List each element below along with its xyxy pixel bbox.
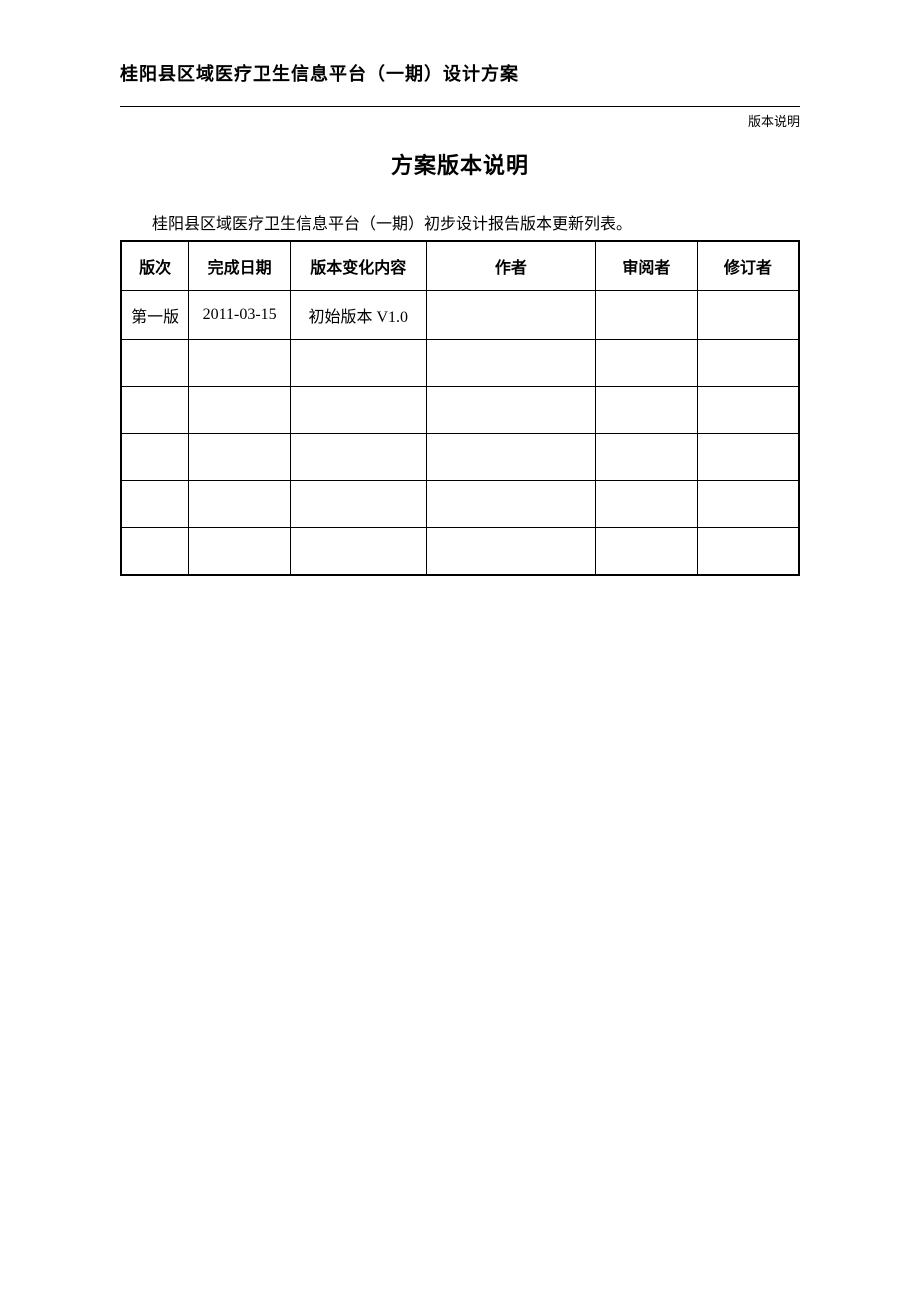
- header-doc-title: 桂阳县区域医疗卫生信息平台（一期）设计方案: [120, 60, 800, 106]
- col-header-date: 完成日期: [189, 241, 291, 291]
- cell-date: [189, 387, 291, 434]
- col-header-author: 作者: [426, 241, 596, 291]
- table-caption: 桂阳县区域医疗卫生信息平台（一期）初步设计报告版本更新列表。: [120, 210, 800, 234]
- table-row: [121, 387, 799, 434]
- col-header-reviser: 修订者: [697, 241, 799, 291]
- table-body: 第一版 2011-03-15 初始版本 V1.0: [121, 291, 799, 575]
- cell-version: 第一版: [121, 291, 189, 340]
- cell-author: [426, 481, 596, 528]
- col-header-reviewer: 审阅者: [596, 241, 698, 291]
- cell-author: [426, 340, 596, 387]
- cell-change: [290, 481, 426, 528]
- cell-reviewer: [596, 291, 698, 340]
- table-header-row: 版次 完成日期 版本变化内容 作者 审阅者 修订者: [121, 241, 799, 291]
- cell-date: 2011-03-15: [189, 291, 291, 340]
- cell-reviewer: [596, 340, 698, 387]
- cell-version: [121, 340, 189, 387]
- cell-change: [290, 387, 426, 434]
- table-row: [121, 434, 799, 481]
- cell-reviser: [697, 291, 799, 340]
- cell-date: [189, 434, 291, 481]
- cell-reviewer: [596, 528, 698, 575]
- cell-change: [290, 434, 426, 481]
- table-row: [121, 340, 799, 387]
- cell-author: [426, 434, 596, 481]
- cell-reviser: [697, 387, 799, 434]
- cell-reviser: [697, 340, 799, 387]
- cell-version: [121, 434, 189, 481]
- header-section-label: 版本说明: [120, 111, 800, 130]
- cell-date: [189, 528, 291, 575]
- cell-reviser: [697, 481, 799, 528]
- cell-date: [189, 340, 291, 387]
- table-row: [121, 481, 799, 528]
- version-history-table: 版次 完成日期 版本变化内容 作者 审阅者 修订者 第一版 2011-03-15…: [120, 240, 800, 576]
- cell-author: [426, 291, 596, 340]
- cell-version: [121, 528, 189, 575]
- table-row: 第一版 2011-03-15 初始版本 V1.0: [121, 291, 799, 340]
- col-header-change: 版本变化内容: [290, 241, 426, 291]
- page-title: 方案版本说明: [120, 148, 800, 180]
- table-row: [121, 528, 799, 575]
- header-divider: [120, 106, 800, 107]
- cell-reviewer: [596, 387, 698, 434]
- cell-reviser: [697, 528, 799, 575]
- cell-author: [426, 387, 596, 434]
- cell-version: [121, 387, 189, 434]
- cell-author: [426, 528, 596, 575]
- col-header-version: 版次: [121, 241, 189, 291]
- cell-change: [290, 340, 426, 387]
- cell-reviewer: [596, 481, 698, 528]
- document-page: 桂阳县区域医疗卫生信息平台（一期）设计方案 版本说明 方案版本说明 桂阳县区域医…: [0, 0, 920, 576]
- cell-change: 初始版本 V1.0: [290, 291, 426, 340]
- cell-version: [121, 481, 189, 528]
- cell-reviser: [697, 434, 799, 481]
- cell-date: [189, 481, 291, 528]
- cell-change: [290, 528, 426, 575]
- cell-reviewer: [596, 434, 698, 481]
